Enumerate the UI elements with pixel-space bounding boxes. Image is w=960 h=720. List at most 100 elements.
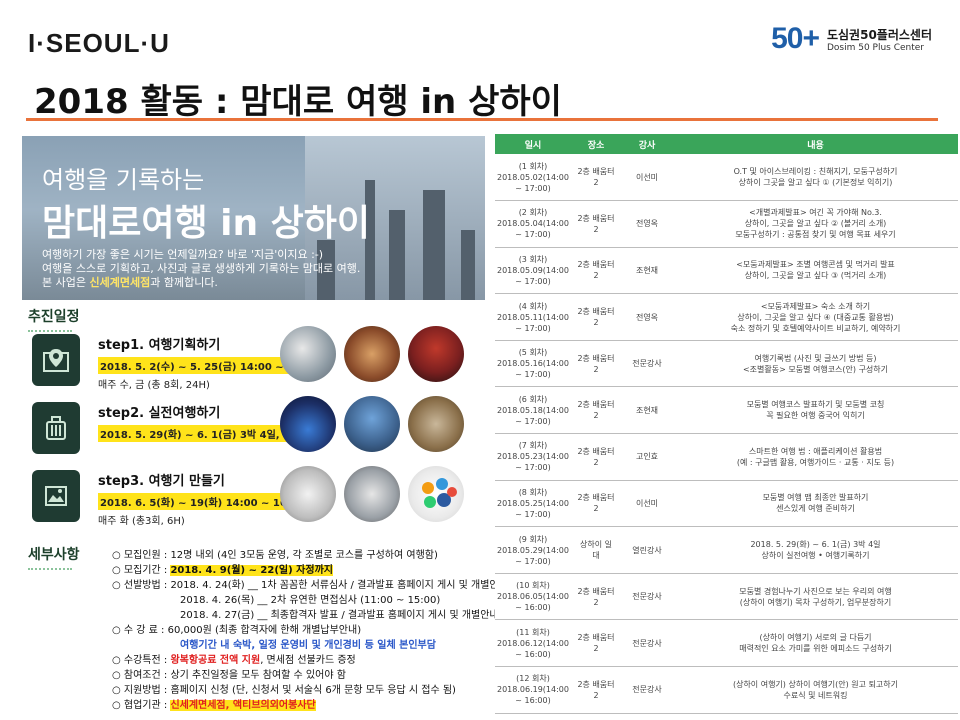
- photo-album-icon: [32, 470, 80, 522]
- detail-condition: ○ 참여조건 : 상기 추진일정을 모두 참여할 수 있어야 함: [112, 670, 346, 681]
- row-teacher: 이선미: [621, 480, 673, 528]
- partner-name: 도심권50플러스센터: [826, 27, 932, 42]
- table-row: (11 회차) 2018.06.12(14:00 ~ 16:00) 2층 배움터 2 전문…: [495, 619, 958, 668]
- row-teacher: 전영옥: [621, 200, 673, 248]
- suitcase-icon: [32, 402, 80, 454]
- row-content: 2018. 5. 29(화) ~ 6. 1(금) 3박 4일 상하이 실전여행 •…: [673, 526, 958, 574]
- table-row: (8 회차) 2018.05.25(14:00 ~ 17:00) 2층 배움터 2 이선미…: [495, 480, 958, 528]
- detail-partner-org: ○ 협업기관 : 신세계면세점, 액티브의외어봉사단: [112, 700, 316, 711]
- seoul-brand-logo: I·SEOUL·U: [28, 28, 170, 58]
- row-content: 모둠별 여행코스 발표하기 및 모둠별 코칭 꼭 필요한 여행 중국어 익히기: [673, 386, 958, 435]
- row-content: O.T 및 아이스브레이킹 : 친해지기, 모둠구성하기 상하이 그곳을 알고 싶…: [673, 154, 958, 202]
- row-teacher: 전문강사: [621, 666, 673, 714]
- row-date: (12 회차) 2018.06.19(14:00 ~ 16:00): [495, 666, 571, 714]
- detail-recruit-period: ○ 모집기간 : 2018. 4. 9(월) ~ 22(일) 자정까지: [112, 565, 333, 576]
- detail-recruit-count: ○ 모집인원 : 12명 내외 (4인 3모둠 운영, 각 조별로 코스를 구성…: [112, 550, 438, 561]
- photo-laptop: [344, 466, 400, 522]
- row-place: 2층 배움터 2: [571, 619, 621, 668]
- title-divider: [26, 118, 938, 121]
- row-place: 2층 배움터 2: [571, 340, 621, 388]
- step-3-name: step3. 여행기 만들기: [98, 474, 225, 489]
- detail-selection-3: 2018. 4. 27(금) __ 최종합격자 발표 / 결과발표 홈페이지 게…: [180, 610, 499, 621]
- table-header-row: 일시 장소 강사 내용: [495, 134, 958, 154]
- detail-fee-note: 여행기간 내 숙박, 일정 운영비 및 개인경비 등 일체 본인부담: [180, 640, 436, 651]
- header-content: 내용: [673, 134, 958, 154]
- row-place: 2층 배움터 2: [571, 154, 621, 202]
- table-row: (3 회차) 2018.05.09(14:00 ~ 17:00) 2층 배움터 2 조현재…: [495, 247, 958, 295]
- header-place: 장소: [571, 134, 621, 154]
- row-content: 여행기록법 (사진 및 글쓰기 방법 등) <조별활동> 모둠별 여행코스(안) …: [673, 340, 958, 388]
- partner-name-en: Dosim 50 Plus Center: [826, 42, 925, 53]
- table-row: (6 회차) 2018.05.18(14:00 ~ 17:00) 2층 배움터 2 조현재…: [495, 386, 958, 435]
- row-date: (11 회차) 2018.06.12(14:00 ~ 16:00): [495, 619, 571, 668]
- photo-sns-icons: [408, 466, 464, 522]
- table-row: (5 회차) 2018.05.16(14:00 ~ 17:00) 2층 배움터 2 전문강…: [495, 340, 958, 388]
- row-date: (8 회차) 2018.05.25(14:00 ~ 17:00): [495, 480, 571, 528]
- row-content: 스마트한 여행 법 : 애플리케이션 활용법 (예 : 구글맵 활용, 여행가이드…: [673, 433, 958, 481]
- row-place: 2층 배움터 2: [571, 293, 621, 341]
- row-teacher: 이선미: [621, 154, 673, 202]
- row-teacher: 열린강사: [621, 526, 673, 574]
- step-3-date: 2018. 6. 5(화) ~ 19(화) 14:00 ~ 16:00: [98, 493, 307, 510]
- schedule-section-title: 추진일정: [28, 306, 80, 332]
- row-date: (5 회차) 2018.05.16(14:00 ~ 17:00): [495, 340, 571, 388]
- table-row: (4 회차) 2018.05.11(14:00 ~ 17:00) 2층 배움터 2 전영옥…: [495, 293, 958, 341]
- detail-selection-1: ○ 선발방법 : 2018. 4. 24(화) __ 1차 꼼꼼한 서류심사 /…: [112, 580, 508, 591]
- header-date: 일시: [495, 134, 571, 154]
- step-2: step2. 실전여행하기 2018. 5. 29(화) ~ 6. 1(금) 3…: [32, 402, 313, 454]
- table-row: (7 회차) 2018.05.23(14:00 ~ 17:00) 2층 배움터 2 고인효…: [495, 433, 958, 481]
- photo-night-city: [280, 396, 336, 452]
- row-content: 모둠별 여행 맵 최종안 발표하기 센스있게 여행 준비하기: [673, 480, 958, 528]
- row-place: 2층 배움터 2: [571, 247, 621, 295]
- row-date: (6 회차) 2018.05.18(14:00 ~ 17:00): [495, 386, 571, 435]
- table-row: (1 회차) 2018.05.02(14:00 ~ 17:00) 2층 배움터 2 이선미…: [495, 154, 958, 202]
- photo-skyline: [344, 396, 400, 452]
- row-date: (2 회차) 2018.05.04(14:00 ~ 17:00): [495, 200, 571, 248]
- detail-apply-method: ○ 지원방법 : 홈페이지 신청 (단, 신청서 및 서술식 6개 문항 모두 …: [112, 685, 456, 696]
- program-poster: 여행을 기록하는 맘대로여행 in 상하이 여행하기 가장 좋은 시기는 언제일…: [22, 136, 508, 716]
- step-1: step1. 여행기획하기 2018. 5. 2(수) ~ 5. 25(금) 1…: [32, 334, 321, 391]
- row-place: 2층 배움터 2: [571, 480, 621, 528]
- page-title: 2018 활동 : 맘대로 여행 in 상하이: [34, 82, 562, 122]
- row-place: 상하이 일대: [571, 526, 621, 574]
- fifty-plus-logo: 50+: [771, 22, 820, 55]
- row-content: (상하이 여행기) 서로의 글 다듬기 매력적인 요소 가미를 위한 에피소드 구…: [673, 619, 958, 668]
- table-row: (10 회차) 2018.06.05(14:00 ~ 16:00) 2층 배움터 2 전문…: [495, 573, 958, 621]
- row-date: (4 회차) 2018.05.11(14:00 ~ 17:00): [495, 293, 571, 341]
- details-section-title: 세부사항: [28, 544, 80, 570]
- banner-title: 맘대로여행 in 상하이: [42, 203, 370, 244]
- row-place: 2층 배움터 2: [571, 573, 621, 621]
- row-date: (7 회차) 2018.05.23(14:00 ~ 17:00): [495, 433, 571, 481]
- poster-banner: 여행을 기록하는 맘대로여행 in 상하이 여행하기 가장 좋은 시기는 언제일…: [22, 136, 485, 300]
- photo-airport: [280, 326, 336, 382]
- step-3: step3. 여행기 만들기 2018. 6. 5(화) ~ 19(화) 14:…: [32, 470, 307, 527]
- schedule-table: 일시 장소 강사 내용 (1 회차) 2018.05.02(14:00 ~ 17:0…: [495, 134, 958, 714]
- row-teacher: 조현재: [621, 386, 673, 435]
- detail-selection-2: 2018. 4. 26(목) __ 2차 유연한 면접심사 (11:00 ~ 1…: [180, 595, 441, 606]
- row-place: 2층 배움터 2: [571, 666, 621, 714]
- row-content: (상하이 여행기) 상하이 여행기(안) 원고 퇴고하기 수료식 및 네트워킹: [673, 666, 958, 714]
- photo-food: [344, 326, 400, 382]
- partner-logo: 50+ 도심권50플러스센터 Dosim 50 Plus Center: [771, 22, 932, 56]
- map-pin-icon: [32, 334, 80, 386]
- row-teacher: 전영옥: [621, 293, 673, 341]
- step-1-sub: 매주 수, 금 (총 8회, 24H): [98, 380, 210, 391]
- step-3-sub: 매주 화 (총3회, 6H): [98, 516, 185, 527]
- row-place: 2층 배움터 2: [571, 433, 621, 481]
- banner-description: 여행하기 가장 좋은 시기는 언제일까요? 바로 '지금'이지요 :-) 여행을…: [42, 248, 361, 289]
- row-teacher: 조현재: [621, 247, 673, 295]
- row-date: (9 회차) 2018.05.29(14:00 ~ 17:00): [495, 526, 571, 574]
- banner-subtitle: 여행을 기록하는: [42, 166, 205, 194]
- row-teacher: 고인효: [621, 433, 673, 481]
- row-teacher: 전문강사: [621, 340, 673, 388]
- photo-street: [408, 396, 464, 452]
- row-teacher: 전문강사: [621, 619, 673, 668]
- row-teacher: 전문강사: [621, 573, 673, 621]
- row-content: <모둠과제발표> 조별 여행콘셉 및 먹거리 발표 상하이, 그곳을 알고 싶다 …: [673, 247, 958, 295]
- photo-notebook: [280, 466, 336, 522]
- row-date: (1 회차) 2018.05.02(14:00 ~ 17:00): [495, 154, 571, 202]
- row-date: (3 회차) 2018.05.09(14:00 ~ 17:00): [495, 247, 571, 295]
- table-row: (9 회차) 2018.05.29(14:00 ~ 17:00) 상하이 일 대 열린강사…: [495, 526, 958, 574]
- header-teacher: 강사: [621, 134, 673, 154]
- table-row: (12 회차) 2018.06.19(14:00 ~ 16:00) 2층 배움터 2 전문…: [495, 666, 958, 714]
